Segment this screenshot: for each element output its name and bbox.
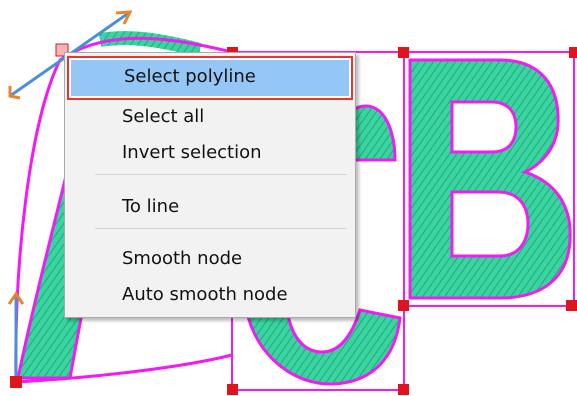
menu-item-label: To line [122,196,180,217]
menu-item-label: Invert selection [122,142,262,163]
menu-item-label: Select all [122,106,205,127]
menu-separator [95,174,347,175]
menu-item-select-polyline[interactable]: Select polyline [67,56,353,100]
menu-item-label: Select polyline [124,66,256,87]
menu-item-label: Smooth node [122,248,243,269]
menu-item-invert-selection[interactable]: Invert selection [69,135,351,171]
menu-item-smooth-node[interactable]: Smooth node [69,241,351,277]
node-handle[interactable] [398,384,409,395]
menu-item-select-all[interactable]: Select all [69,99,351,135]
node-handle[interactable] [566,300,577,311]
node-handle[interactable] [10,376,22,388]
menu-separator [95,228,347,229]
menu-item-auto-smooth-node[interactable]: Auto smooth node [69,277,351,313]
letter-b-shape[interactable] [408,58,572,300]
context-menu: Select polyline Select all Invert select… [64,52,356,318]
node-handle[interactable] [227,384,238,395]
menu-item-to-line[interactable]: To line [69,189,351,225]
node-handle[interactable] [398,47,409,58]
node-handle[interactable] [569,47,577,58]
menu-item-label: Auto smooth node [122,284,288,305]
node-handle[interactable] [398,300,409,311]
